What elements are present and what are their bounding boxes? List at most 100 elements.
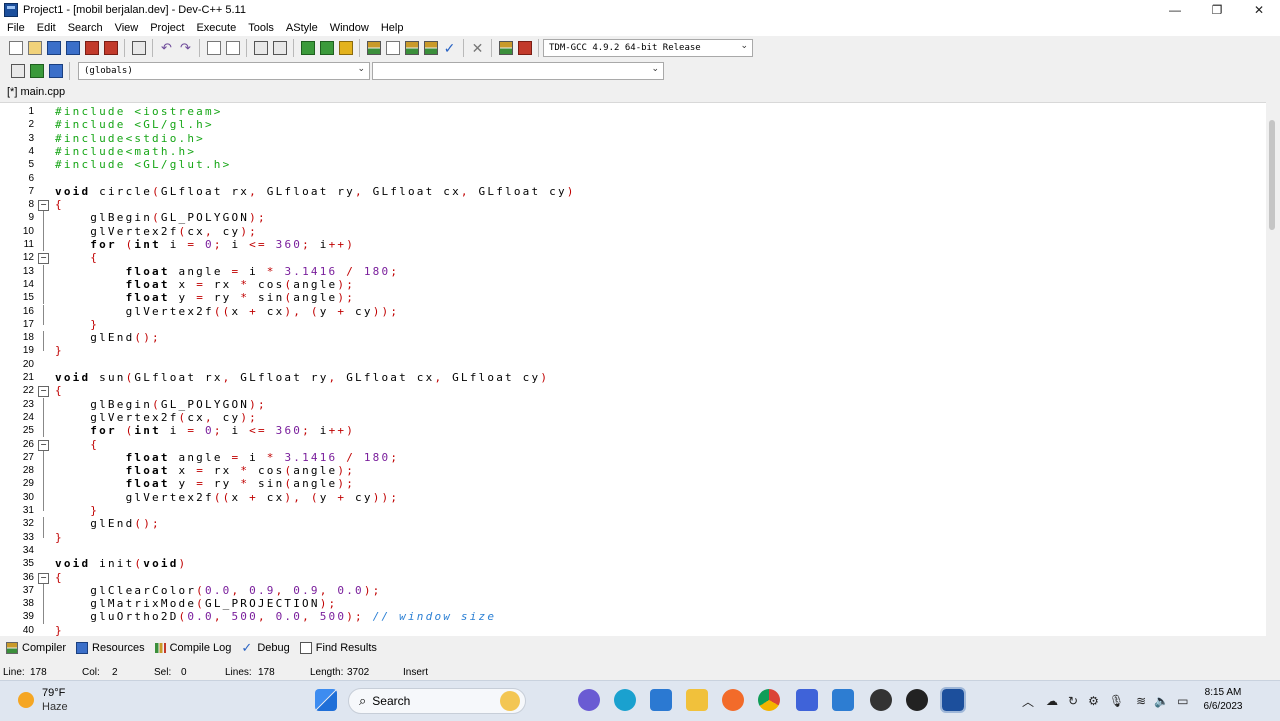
code-line[interactable]: 4 #include<math.h> (0, 145, 1266, 158)
wifi-icon[interactable]: ≋ (1136, 694, 1146, 708)
tab-compile-log[interactable]: Compile Log (154, 642, 231, 654)
menu-tools[interactable]: Tools (242, 22, 280, 34)
fold-collapse-icon[interactable]: − (38, 386, 49, 398)
edge-browser-icon[interactable] (614, 689, 636, 711)
compile-icon[interactable] (365, 40, 382, 57)
file-explorer-icon[interactable] (686, 689, 708, 711)
code-line[interactable]: 9 glBegin(GL_POLYGON); (0, 211, 1266, 225)
tab-find-results[interactable]: Find Results (299, 642, 377, 654)
volume-icon[interactable]: 🔈 (1154, 694, 1169, 708)
minimize-button[interactable]: — (1154, 0, 1196, 20)
compiler-select[interactable]: TDM-GCC 4.9.2 64-bit Release ⌄ (543, 39, 753, 57)
microphone-icon[interactable]: 🎙 (1109, 694, 1124, 708)
fold-collapse-icon[interactable]: − (38, 200, 49, 212)
code-line[interactable]: 30 glVertex2f((x + cx), (y + cy)); (0, 490, 1266, 504)
code-line[interactable]: 40} (0, 624, 1266, 636)
code-line[interactable]: 13 float angle = i * 3.1416 / 180; (0, 264, 1266, 278)
code-line[interactable]: 32 glEnd(); (0, 517, 1266, 531)
chrome-icon[interactable] (758, 689, 780, 711)
code-line[interactable]: 26− { (0, 438, 1266, 451)
weather-widget[interactable]: 79°F Haze (14, 686, 94, 716)
bookmark-icon[interactable] (318, 40, 335, 57)
sync-icon[interactable]: ↻ (1068, 694, 1078, 708)
close-all-icon[interactable] (102, 40, 119, 57)
search-highlight-icon[interactable] (500, 691, 520, 711)
media-player-icon[interactable] (906, 689, 928, 711)
menu-execute[interactable]: Execute (190, 22, 242, 34)
code-line[interactable]: 2 #include <GL/gl.h> (0, 118, 1266, 131)
goto-icon[interactable] (28, 63, 45, 80)
goto-line-icon[interactable] (299, 40, 316, 57)
tab-resources[interactable]: Resources (76, 642, 145, 654)
code-line[interactable]: 31 } (0, 504, 1266, 517)
scope-select[interactable]: (globals) ⌄ (78, 62, 370, 80)
menu-astyle[interactable]: AStyle (280, 22, 324, 34)
teams-chat-icon[interactable] (578, 689, 600, 711)
menu-view[interactable]: View (109, 22, 145, 34)
code-line[interactable]: 6 (0, 172, 1266, 185)
code-line[interactable]: 38 glMatrixMode(GL_PROJECTION); (0, 597, 1266, 611)
debug-icon[interactable] (516, 40, 533, 57)
obs-icon[interactable] (870, 689, 892, 711)
code-line[interactable]: 5 #include <GL/glut.h> (0, 158, 1266, 171)
code-line[interactable]: 16 glVertex2f((x + cx), (y + cy)); (0, 304, 1266, 318)
code-line[interactable]: 22−{ (0, 384, 1266, 398)
firefox-icon[interactable] (722, 689, 744, 711)
cloud-icon[interactable]: ☁ (1046, 694, 1058, 708)
open-file-icon[interactable] (26, 40, 43, 57)
print-icon[interactable] (130, 40, 147, 57)
vertical-scrollbar[interactable] (1266, 102, 1280, 635)
toggle-comment-icon[interactable] (337, 40, 354, 57)
code-line[interactable]: 29 float y = ry * sin(angle); (0, 477, 1266, 491)
menu-edit[interactable]: Edit (31, 22, 62, 34)
code-line[interactable]: 12− { (0, 251, 1266, 265)
code-line[interactable]: 23 glBegin(GL_POLYGON); (0, 397, 1266, 411)
taskbar-clock[interactable]: 8:15 AM 6/6/2023 (1196, 686, 1250, 716)
code-line[interactable]: 15 float y = ry * sin(angle); (0, 291, 1266, 305)
toggle-bookmark-icon[interactable] (47, 63, 64, 80)
code-line[interactable]: 7 void circle(GLfloat rx, GLfloat ry, GLf… (0, 185, 1266, 198)
code-line[interactable]: 19} (0, 344, 1266, 357)
code-line[interactable]: 14 float x = rx * cos(angle); (0, 277, 1266, 292)
code-editor[interactable]: 1 #include <iostream> 2 #include <GL/gl.h> 3… (0, 102, 1266, 636)
code-line[interactable]: 39 gluOrtho2D(0.0, 500, 0.0, 500); // wi… (0, 610, 1266, 624)
new-file-icon[interactable] (7, 40, 24, 57)
code-line[interactable]: 11 for (int i = 0; i <= 360; i++) (0, 238, 1266, 252)
save-all-icon[interactable] (64, 40, 81, 57)
menu-file[interactable]: File (0, 22, 31, 34)
code-line[interactable]: 25 for (int i = 0; i <= 360; i++) (0, 424, 1266, 438)
menu-search[interactable]: Search (62, 22, 109, 34)
chart-icon[interactable] (497, 40, 514, 57)
code-line[interactable]: 35 void init(void) (0, 557, 1266, 570)
unindent-icon[interactable] (271, 40, 288, 57)
stop-execution-icon[interactable]: ✕ (469, 40, 486, 57)
code-line[interactable]: 34 (0, 544, 1266, 557)
mail-icon[interactable] (650, 689, 672, 711)
code-line[interactable]: 17 } (0, 317, 1266, 331)
tab-compiler[interactable]: Compiler (6, 642, 66, 654)
code-line[interactable]: 20 (0, 358, 1266, 371)
tab-main-cpp[interactable]: [*] main.cpp (4, 84, 68, 100)
syntax-check-icon[interactable]: ✓ (441, 40, 458, 57)
notepad-icon[interactable] (832, 689, 854, 711)
scrollbar-thumb[interactable] (1269, 120, 1275, 230)
code-line[interactable]: 33} (0, 530, 1266, 544)
save-icon[interactable] (45, 40, 62, 57)
undo-icon[interactable]: ↶ (158, 40, 175, 57)
indent-icon[interactable] (252, 40, 269, 57)
tab-debug[interactable]: ✓ Debug (241, 641, 289, 654)
rebuild-icon[interactable] (422, 40, 439, 57)
close-file-icon[interactable] (83, 40, 100, 57)
code-line[interactable]: 10 glVertex2f(cx, cy); (0, 224, 1266, 238)
run-icon[interactable] (384, 40, 401, 57)
code-line[interactable]: 8−{ (0, 198, 1266, 212)
steam-icon[interactable]: ⚙ (1088, 694, 1099, 708)
member-select[interactable]: ⌄ (372, 62, 664, 80)
replace-icon[interactable] (224, 40, 241, 57)
menu-project[interactable]: Project (144, 22, 190, 34)
redo-icon[interactable]: ↷ (177, 40, 194, 57)
devcpp-taskbar-icon[interactable] (940, 687, 966, 713)
code-line[interactable]: 24 glVertex2f(cx, cy); (0, 410, 1266, 425)
close-button[interactable]: ✕ (1238, 0, 1280, 20)
code-line[interactable]: 1 #include <iostream> (0, 105, 1266, 118)
